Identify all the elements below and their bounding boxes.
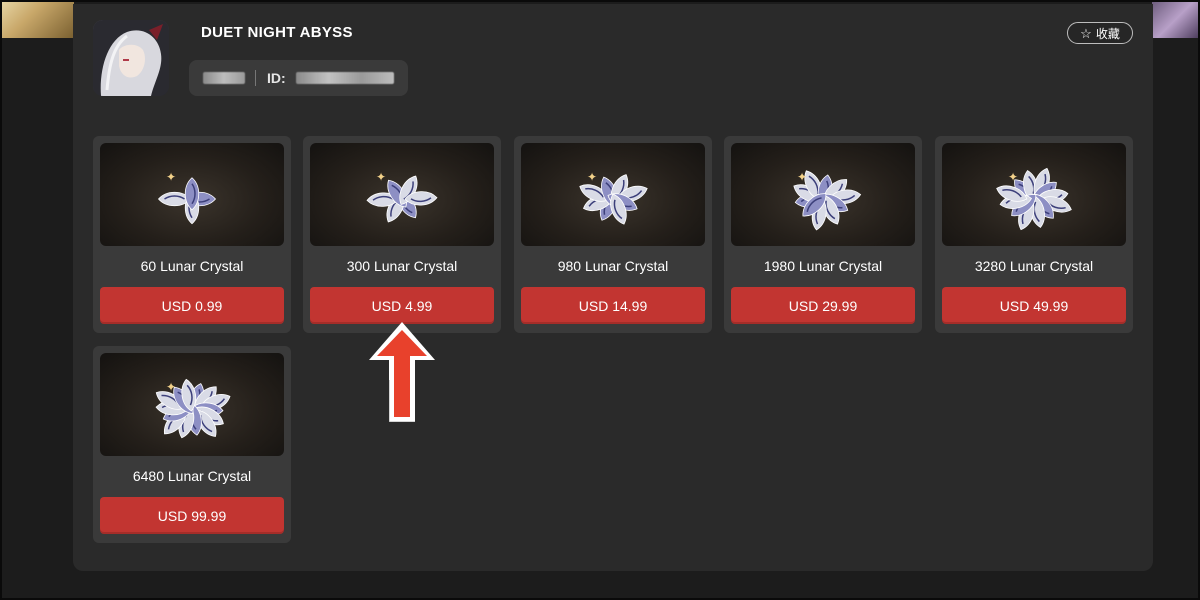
product-card[interactable]: ✦ 300 Lunar Crystal USD 4.99 <box>303 136 501 333</box>
account-info: ID: <box>189 60 408 96</box>
star-icon: ☆ <box>1080 25 1092 41</box>
product-card[interactable]: ✦ 3280 Lunar Crystal USD 49.99 <box>935 136 1133 333</box>
game-title: DUET NIGHT ABYSS <box>201 24 353 41</box>
svg-text:✦: ✦ <box>166 380 176 394</box>
favorite-label: 收藏 <box>1095 26 1120 41</box>
svg-text:✦: ✦ <box>166 170 176 184</box>
buy-button[interactable]: USD 4.99 <box>310 287 494 324</box>
svg-text:✦: ✦ <box>797 170 807 184</box>
product-name: 6480 Lunar Crystal <box>132 468 252 484</box>
store-panel: DUET NIGHT ABYSS ID: ☆ 收藏 ✦ 60 Lunar Cry… <box>73 4 1153 571</box>
product-name: 980 Lunar Crystal <box>557 258 669 274</box>
product-name: 60 Lunar Crystal <box>140 258 244 274</box>
divider <box>255 70 256 86</box>
crystal-image: ✦ <box>100 143 284 246</box>
product-card[interactable]: ✦ 6480 Lunar Crystal USD 99.99 <box>93 346 291 543</box>
id-label: ID: <box>267 70 286 86</box>
buy-button[interactable]: USD 49.99 <box>942 287 1126 324</box>
product-card[interactable]: ✦ 980 Lunar Crystal USD 14.99 <box>514 136 712 333</box>
product-name: 300 Lunar Crystal <box>346 258 458 274</box>
crystal-image: ✦ <box>100 353 284 456</box>
product-card[interactable]: ✦ 60 Lunar Crystal USD 0.99 <box>93 136 291 333</box>
svg-text:✦: ✦ <box>587 170 597 184</box>
background-art-left <box>0 0 74 38</box>
crystal-image: ✦ <box>731 143 915 246</box>
crystal-image: ✦ <box>942 143 1126 246</box>
buy-button[interactable]: USD 14.99 <box>521 287 705 324</box>
game-icon <box>93 20 169 96</box>
blurred-user-id <box>295 72 394 84</box>
svg-text:✦: ✦ <box>376 170 386 184</box>
buy-button[interactable]: USD 99.99 <box>100 497 284 534</box>
favorite-button[interactable]: ☆ 收藏 <box>1067 22 1133 44</box>
highlight-arrow-icon <box>369 322 435 423</box>
buy-button[interactable]: USD 0.99 <box>100 287 284 324</box>
product-name: 1980 Lunar Crystal <box>763 258 883 274</box>
svg-text:✦: ✦ <box>1008 170 1018 184</box>
crystal-image: ✦ <box>521 143 705 246</box>
buy-button[interactable]: USD 29.99 <box>731 287 915 324</box>
product-card[interactable]: ✦ 1980 Lunar Crystal USD 29.99 <box>724 136 922 333</box>
product-name: 3280 Lunar Crystal <box>974 258 1094 274</box>
blurred-username <box>203 72 245 84</box>
crystal-image: ✦ <box>310 143 494 246</box>
background-art-right <box>1152 0 1200 38</box>
